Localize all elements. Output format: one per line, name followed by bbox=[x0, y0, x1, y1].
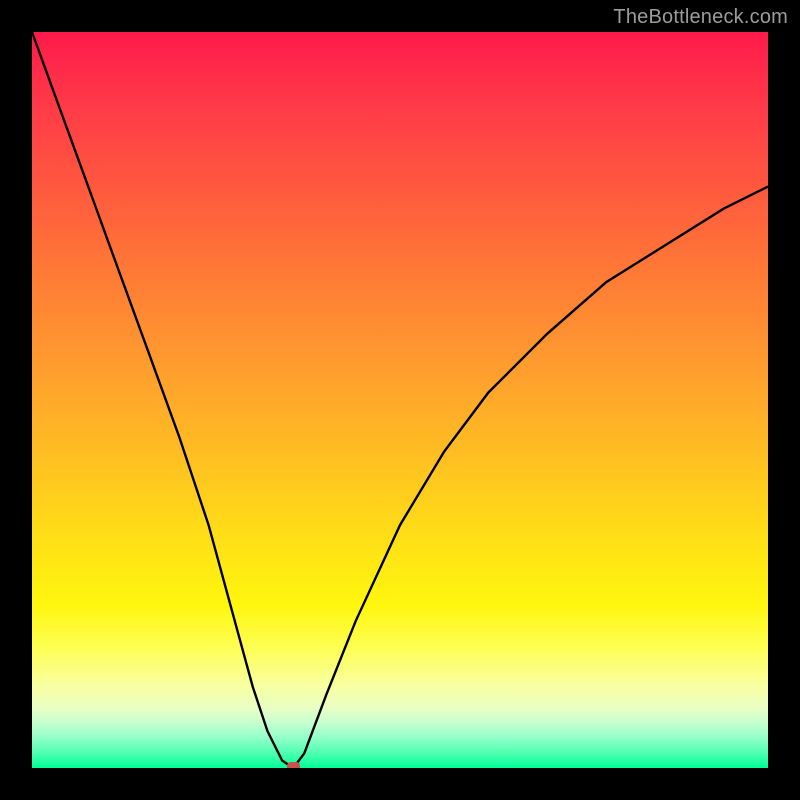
plot-area bbox=[32, 32, 768, 768]
bottleneck-curve bbox=[32, 32, 768, 768]
optimal-point-marker bbox=[287, 762, 300, 768]
chart-frame: TheBottleneck.com bbox=[0, 0, 800, 800]
watermark-text: TheBottleneck.com bbox=[613, 6, 788, 29]
